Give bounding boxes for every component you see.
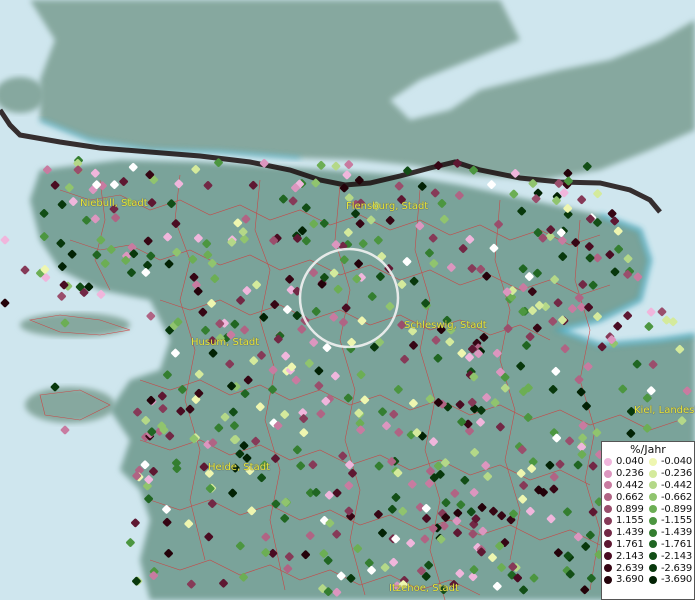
legend-entry: -0.442 xyxy=(649,480,694,492)
legend-swatch xyxy=(604,528,612,537)
map-basemap xyxy=(0,0,695,600)
legend-entry: 0.442 xyxy=(604,480,649,492)
legend-entry: 2.143 xyxy=(604,550,649,562)
legend-swatch xyxy=(649,505,657,514)
legend-label: -1.439 xyxy=(661,527,693,539)
legend-negative-column: -0.040 -0.236 -0.442 -0.662 -0.899 -1.155 -1.4… xyxy=(649,456,694,586)
legend-entry: -1.155 xyxy=(649,515,694,527)
legend-label: -0.662 xyxy=(661,491,693,503)
legend-swatch xyxy=(649,457,657,466)
legend-swatch xyxy=(604,505,612,514)
city-label: Niebüll, Stadt xyxy=(80,198,148,209)
legend-entry: -1.761 xyxy=(649,539,694,551)
map-view[interactable]: Niebüll, Stadt Flensburg, Stadt Schleswi… xyxy=(0,0,695,600)
legend-swatch xyxy=(604,457,612,466)
legend-label: 0.236 xyxy=(616,468,644,480)
legend-swatch xyxy=(604,575,612,584)
legend-label: 1.761 xyxy=(616,538,644,550)
legend-swatch xyxy=(649,540,657,549)
legend-swatch xyxy=(649,469,657,478)
legend-entry: 0.662 xyxy=(604,491,649,503)
legend-entry: -0.040 xyxy=(649,456,694,468)
city-label: Husum, Stadt xyxy=(191,337,260,348)
legend-label: 3.690 xyxy=(616,574,644,586)
city-label: Kiel, Landeshauptstadt xyxy=(634,405,695,416)
city-label: Heide, Stadt xyxy=(208,462,270,473)
legend-label: 0.442 xyxy=(616,479,644,491)
legend-label: 0.040 xyxy=(616,456,644,468)
legend-swatch xyxy=(604,516,612,525)
legend-title: %/Jahr xyxy=(630,443,666,456)
legend-label: -0.040 xyxy=(661,456,693,468)
legend-label: -0.442 xyxy=(661,479,693,491)
city-label: Schleswig, Stadt xyxy=(404,320,487,331)
legend-entry: -2.143 xyxy=(649,550,694,562)
legend-swatch xyxy=(649,516,657,525)
city-label: Flensburg, Stadt xyxy=(346,201,429,212)
legend-entry: -0.899 xyxy=(649,503,694,515)
legend-label: -3.690 xyxy=(661,574,693,586)
legend-entry: 0.236 xyxy=(604,468,649,480)
legend: %/Jahr 0.040 0.236 0.442 0.662 0.899 1.155 1.4… xyxy=(601,441,695,600)
legend-label: -2.143 xyxy=(661,550,693,562)
legend-swatch xyxy=(649,493,657,502)
legend-entry: -1.439 xyxy=(649,527,694,539)
legend-label: 1.155 xyxy=(616,515,644,527)
legend-label: -1.155 xyxy=(661,515,693,527)
legend-entry: -0.662 xyxy=(649,491,694,503)
legend-swatch xyxy=(604,540,612,549)
legend-entry: 1.155 xyxy=(604,515,649,527)
island xyxy=(25,387,115,423)
legend-label: 0.662 xyxy=(616,491,644,503)
legend-label: -0.236 xyxy=(661,468,693,480)
legend-swatch xyxy=(604,564,612,573)
legend-swatch xyxy=(649,564,657,573)
legend-entry: 3.690 xyxy=(604,574,649,586)
legend-swatch xyxy=(604,493,612,502)
legend-entry: 2.639 xyxy=(604,562,649,574)
legend-entry: -2.639 xyxy=(649,562,694,574)
legend-entry: -3.690 xyxy=(649,574,694,586)
city-label: Itzehoe, Stadt xyxy=(389,583,459,594)
legend-entry: 1.439 xyxy=(604,527,649,539)
legend-swatch xyxy=(604,481,612,490)
legend-swatch xyxy=(604,552,612,561)
legend-label: -1.761 xyxy=(661,538,693,550)
legend-label: 1.439 xyxy=(616,527,644,539)
legend-label: 2.143 xyxy=(616,550,644,562)
legend-entry: 0.899 xyxy=(604,503,649,515)
legend-swatch xyxy=(649,528,657,537)
legend-entry: 1.761 xyxy=(604,539,649,551)
legend-swatch xyxy=(649,481,657,490)
legend-swatch xyxy=(604,469,612,478)
legend-swatch xyxy=(649,552,657,561)
legend-entry: 0.040 xyxy=(604,456,649,468)
legend-entry: -0.236 xyxy=(649,468,694,480)
legend-label: 0.899 xyxy=(616,503,644,515)
legend-label: -2.639 xyxy=(661,562,693,574)
legend-positive-column: 0.040 0.236 0.442 0.662 0.899 1.155 1.439 1.761… xyxy=(604,456,649,586)
legend-label: 2.639 xyxy=(616,562,644,574)
legend-label: -0.899 xyxy=(661,503,693,515)
legend-swatch xyxy=(649,575,657,584)
